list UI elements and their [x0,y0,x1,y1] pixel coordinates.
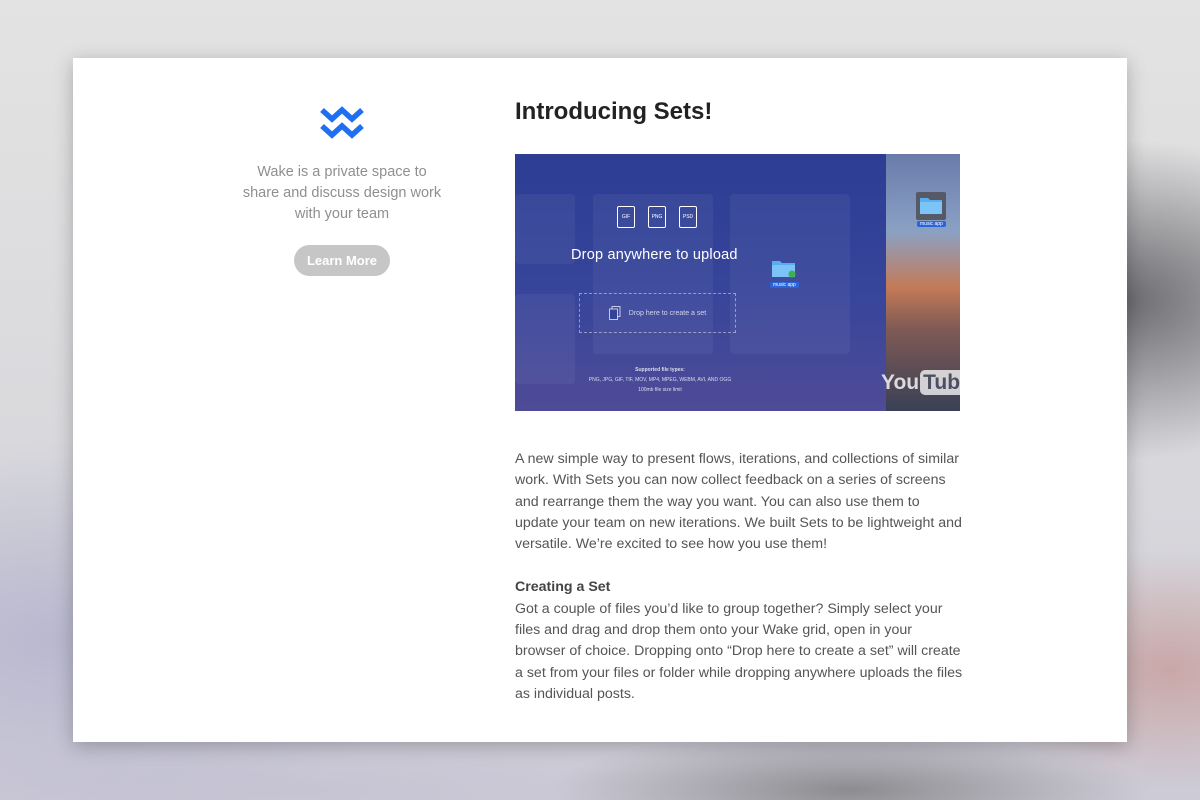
desktop-folder-icon [916,192,946,220]
wake-logo-icon [320,106,364,139]
intro-paragraph: A new simple way to present flows, itera… [515,451,962,553]
size-limit: 100mb file size limit [638,387,682,393]
sidebar: Wake is a private space to share and dis… [238,102,446,276]
ghost-tile [515,194,575,264]
supported-list: PNG, JPG, GIF, TIF, MOV, MP4, MPEG, WEBM… [588,377,732,383]
youtube-you: You [881,370,920,394]
gif-file-icon: GIF [617,206,635,228]
page-title: Introducing Sets! [515,98,713,125]
png-file-icon: PNG [648,206,666,228]
email-card: Wake is a private space to share and dis… [73,58,1127,742]
drop-anywhere-label: Drop anywhere to upload [571,247,738,263]
youtube-watermark-icon: You Tube [881,370,960,395]
creating-set-heading: Creating a Set [515,579,611,596]
learn-more-button[interactable]: Learn More [293,245,391,276]
psd-file-icon: PSD [679,206,697,228]
video-thumbnail[interactable]: GIF PNG PSD Drop anywhere to upload Drop… [515,154,960,411]
main-content: Introducing Sets! GIF PNG PSD Drop anywh… [515,98,965,705]
desktop-folder-label: music app [917,221,946,227]
supported-heading: Supported file types: [635,367,685,373]
tagline: Wake is a private space to share and dis… [242,164,442,222]
dragged-folder-icon [772,261,796,278]
file-type-icons: GIF PNG PSD [617,206,697,228]
drop-set-zone: Drop here to create a set [579,293,736,333]
youtube-tube: Tube [920,370,960,395]
creating-set-paragraph: Got a couple of files you’d like to grou… [515,600,963,702]
files-icon [608,306,621,320]
drop-set-label: Drop here to create a set [628,309,707,317]
supported-file-types: Supported file types: PNG, JPG, GIF, TIF… [565,365,755,395]
dragged-folder-label: music app [770,282,799,288]
